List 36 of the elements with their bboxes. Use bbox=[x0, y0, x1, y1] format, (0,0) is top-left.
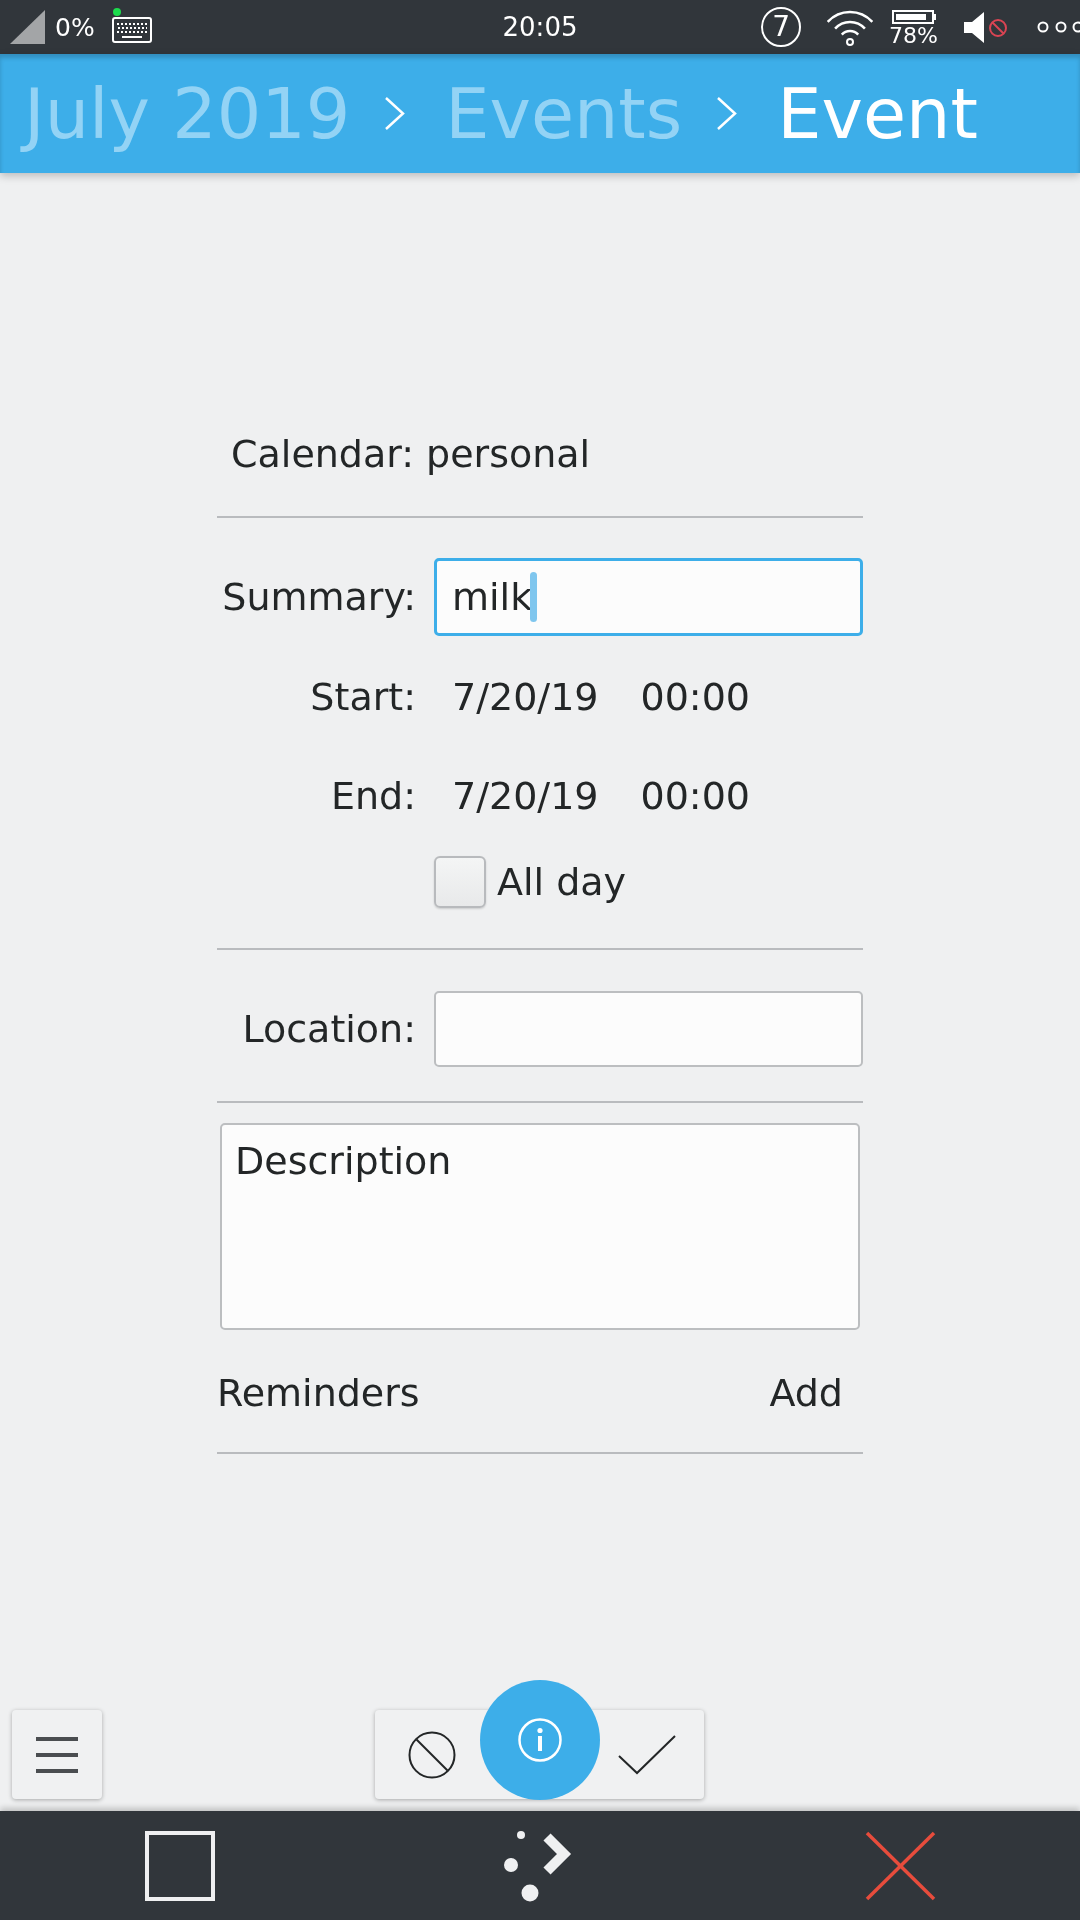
time-value[interactable]: 00:00 bbox=[640, 777, 750, 815]
menu-button[interactable] bbox=[12, 1710, 102, 1799]
location-field[interactable] bbox=[434, 991, 863, 1067]
chevron-right-icon bbox=[716, 96, 738, 131]
signal-icon bbox=[10, 10, 45, 44]
info-icon bbox=[518, 1718, 562, 1762]
time-label: End: bbox=[329, 777, 416, 815]
cancel-icon[interactable] bbox=[408, 1730, 456, 1779]
close-icon[interactable] bbox=[864, 1830, 936, 1901]
status-dot-icon bbox=[112, 8, 121, 16]
calendar-label: Calendar: personal bbox=[231, 435, 591, 473]
time-value[interactable]: 00:00 bbox=[640, 678, 750, 716]
square-icon[interactable] bbox=[145, 1830, 215, 1901]
text-cursor-icon bbox=[530, 572, 538, 622]
time-label: Start: bbox=[309, 678, 416, 716]
summary-label: Summary: bbox=[221, 578, 416, 616]
description-field[interactable]: Description bbox=[220, 1123, 860, 1330]
battery-icon bbox=[891, 7, 936, 24]
battery-percentage: 78% bbox=[889, 24, 938, 47]
chevron-right-icon bbox=[384, 96, 406, 131]
clock-time: 20:05 bbox=[502, 14, 578, 40]
overflow-dots-icon bbox=[1036, 21, 1080, 33]
all-day-checkbox[interactable] bbox=[434, 856, 486, 908]
date-value[interactable]: 7/20/19 bbox=[452, 678, 599, 716]
check-icon[interactable] bbox=[618, 1734, 676, 1775]
notification-badge: 7 bbox=[761, 7, 802, 47]
date-value[interactable]: 7/20/19 bbox=[452, 777, 599, 815]
add-reminder-button[interactable]: Add bbox=[753, 1363, 859, 1423]
reminders-label: Reminders bbox=[217, 1374, 420, 1412]
keyboard-icon bbox=[111, 17, 152, 43]
all-day-label: All day bbox=[497, 863, 627, 901]
wifi-icon bbox=[827, 8, 874, 46]
location-label: Location: bbox=[241, 1010, 416, 1048]
menu-icon bbox=[36, 1736, 78, 1773]
summary-field[interactable]: milk bbox=[434, 558, 863, 636]
signal-strength: 0% bbox=[55, 14, 95, 40]
